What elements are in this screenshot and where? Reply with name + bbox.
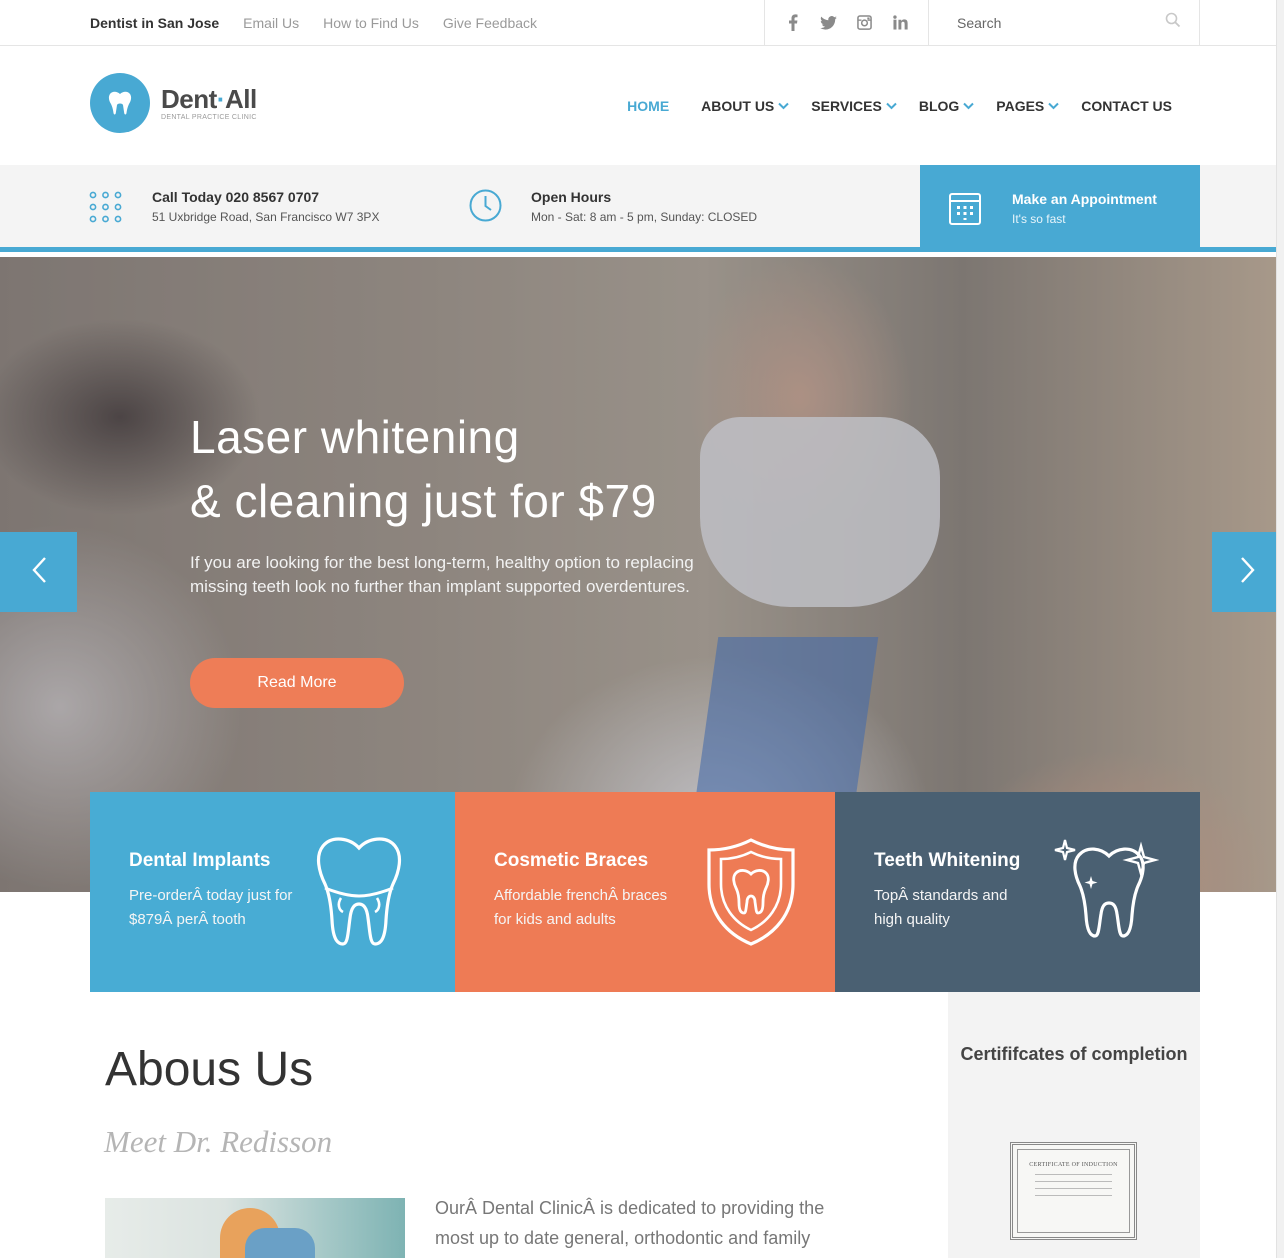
certificate-image[interactable]: CERTIFICATE OF INDUCTION (1010, 1142, 1137, 1240)
main-nav: HOME ABOUT US SERVICES BLOG PAGES CONTAC… (605, 46, 1172, 165)
location-label: Dentist in San Jose (90, 14, 220, 31)
give-feedback-link[interactable]: Give Feedback (443, 15, 537, 31)
certificates-title: Certififcates of completion (960, 1044, 1188, 1064)
hours-text: Mon - Sat: 8 am - 5 pm, Sunday: CLOSED (531, 210, 758, 224)
chevron-right-icon (1240, 556, 1256, 589)
linkedin-icon[interactable] (891, 14, 909, 32)
feature-desc: TopÂ standards and high quality (874, 887, 1008, 928)
address-text: 51 Uxbridge Road, San Francisco W7 3PX (152, 210, 380, 224)
search-box (929, 0, 1200, 45)
chevron-down-icon (963, 102, 974, 110)
chevron-left-icon (31, 556, 47, 589)
hero-headline: Laser whitening & cleaning just for $79 (190, 411, 657, 527)
certificates-widget: Certififcates of completion CERTIFICATE … (948, 992, 1200, 1258)
search-input[interactable] (957, 14, 1157, 31)
nav-contact-us[interactable]: CONTACT US (1081, 98, 1172, 114)
appointment-subtitle: It's so fast (1012, 212, 1066, 226)
chevron-down-icon (1048, 102, 1059, 110)
facebook-icon[interactable] (784, 14, 802, 32)
sparkle-tooth-icon (1053, 836, 1160, 953)
nav-blog[interactable]: BLOG (919, 98, 974, 114)
top-bar: Dentist in San Jose Email Us How to Find… (0, 0, 1284, 46)
info-strip: Call Today 020 8567 0707 51 Uxbridge Roa… (0, 165, 1284, 252)
about-text: OurÂ Dental ClinicÂ is dedicated to prov… (435, 1198, 825, 1248)
instagram-icon[interactable] (855, 14, 873, 32)
nav-services[interactable]: SERVICES (811, 98, 897, 114)
certificate-paper-title: CERTIFICATE OF INDUCTION (1029, 1162, 1118, 1168)
clock-icon (469, 189, 502, 227)
search-icon[interactable] (1165, 12, 1181, 33)
dots-grid-icon (89, 191, 122, 228)
nav-about-us[interactable]: ABOUT US (701, 98, 789, 114)
chevron-down-icon (886, 102, 897, 110)
how-to-find-us-link[interactable]: How to Find Us (323, 15, 419, 31)
site-header: Dent·All DENTAL PRACTICE CLINIC HOME ABO… (0, 46, 1284, 165)
read-more-button[interactable]: Read More (190, 658, 404, 708)
nav-pages[interactable]: PAGES (996, 98, 1059, 114)
logo[interactable]: Dent·All DENTAL PRACTICE CLINIC (90, 73, 257, 133)
call-info: Call Today 020 8567 0707 51 Uxbridge Roa… (89, 189, 379, 228)
chevron-down-icon (778, 102, 789, 110)
photo-detail (245, 1228, 315, 1258)
page-scrollbar[interactable] (1276, 0, 1284, 1258)
about-subtitle: Meet Dr. Redisson (104, 1124, 333, 1159)
feature-title: Dental Implants (129, 850, 271, 871)
top-links: Dentist in San Jose Email Us How to Find… (90, 0, 561, 45)
tooth-logo-icon (90, 73, 150, 133)
email-us-link[interactable]: Email Us (243, 15, 299, 31)
clinic-photo (105, 1198, 405, 1258)
tooth-icon (316, 836, 402, 953)
shield-tooth-icon (705, 836, 797, 953)
nav-home[interactable]: HOME (627, 98, 669, 114)
feature-boxes: Dental Implants Pre-orderÂ today just fo… (90, 792, 1200, 992)
hours-info: Open Hours Mon - Sat: 8 am - 5 pm, Sunda… (469, 189, 757, 227)
make-appointment-button[interactable]: Make an Appointment It's so fast (920, 165, 1200, 252)
logo-tagline: DENTAL PRACTICE CLINIC (161, 113, 257, 121)
call-title: Call Today 020 8567 0707 (152, 189, 320, 205)
appointment-title: Make an Appointment (1012, 191, 1157, 207)
about-title: Abous Us (105, 1043, 314, 1096)
hours-title: Open Hours (531, 189, 612, 205)
feature-cosmetic-braces[interactable]: Cosmetic Braces Affordable frenchÂ brace… (455, 792, 835, 992)
feature-desc: Pre-orderÂ today just for $879Â perÂ too… (129, 887, 293, 928)
prev-slide-button[interactable] (0, 532, 77, 612)
hero-text: If you are looking for the best long-ter… (190, 553, 694, 596)
twitter-icon[interactable] (820, 14, 838, 32)
next-slide-button[interactable] (1212, 532, 1284, 612)
calendar-icon (948, 192, 982, 226)
feature-dental-implants[interactable]: Dental Implants Pre-orderÂ today just fo… (90, 792, 455, 992)
feature-teeth-whitening[interactable]: Teeth Whitening TopÂ standards and high … (835, 792, 1200, 992)
logo-name: Dent·All (161, 83, 257, 114)
feature-desc: Affordable frenchÂ braces for kids and a… (494, 887, 668, 928)
social-links (764, 0, 929, 45)
